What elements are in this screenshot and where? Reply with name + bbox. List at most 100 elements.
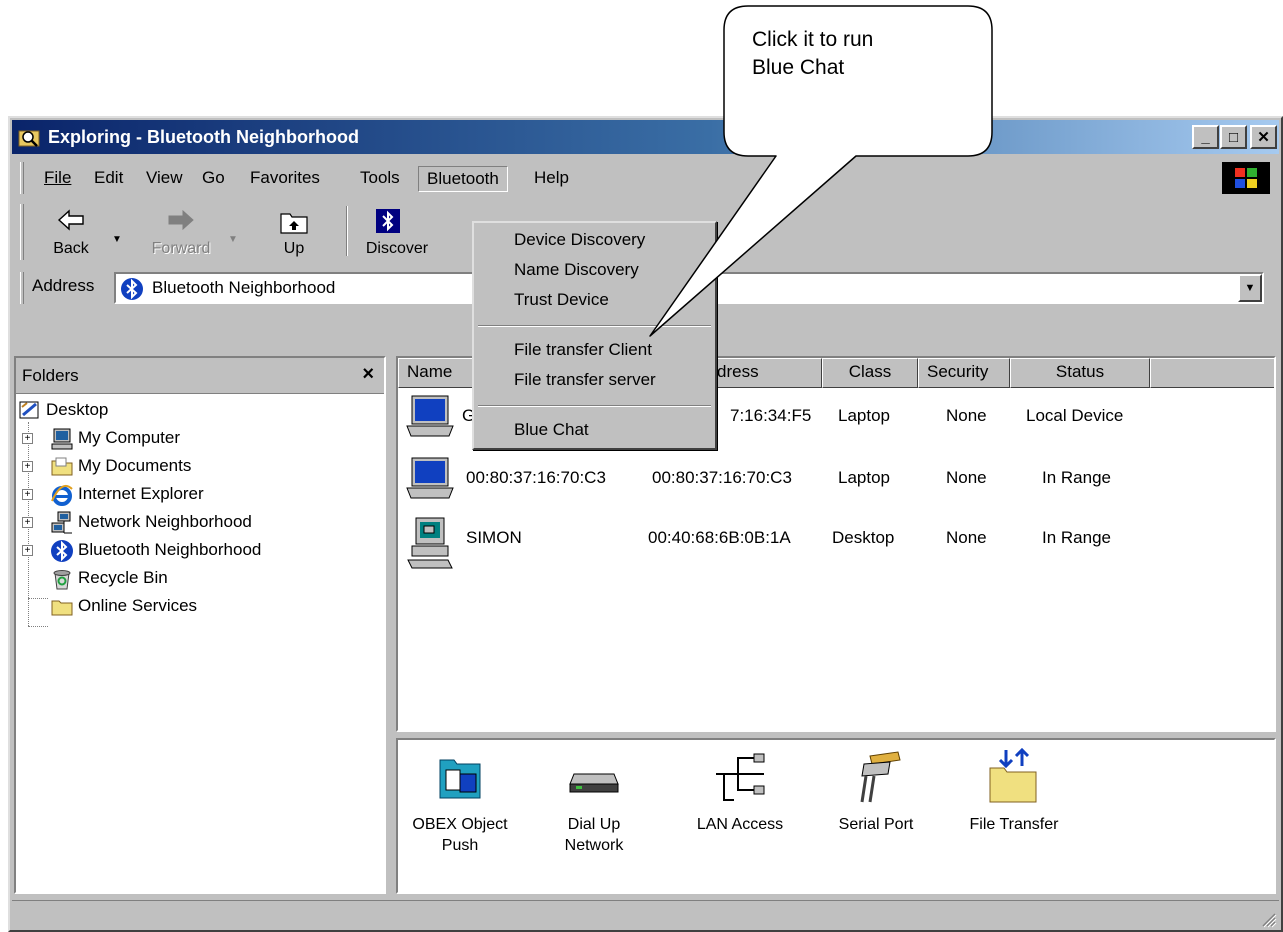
desktop-pc-icon — [407, 517, 453, 569]
menu-view[interactable]: View — [138, 166, 191, 192]
menu-bluetooth[interactable]: Bluetooth — [418, 166, 508, 192]
menu-item-name-discovery[interactable]: Name Discovery — [514, 257, 639, 285]
menu-item-label: File transfer server — [514, 370, 656, 389]
discover-button[interactable]: Discover — [352, 200, 442, 264]
bluetooth-menu-dropdown: Device Discovery Name Discovery Trust De… — [472, 221, 717, 450]
forward-label: Forward — [151, 240, 211, 257]
service-label: OBEX Object — [412, 816, 508, 833]
callout-line-2: Blue Chat — [752, 56, 845, 79]
expand-icon[interactable]: + — [22, 461, 33, 472]
service-file-transfer[interactable]: File Transfer — [954, 748, 1074, 835]
menu-item-label: Device Discovery — [514, 230, 646, 249]
column-header-address[interactable]: dress — [708, 358, 822, 388]
menu-tools[interactable]: Tools — [352, 166, 408, 192]
maximize-button[interactable]: □ — [1220, 125, 1247, 149]
menu-item-file-transfer-client[interactable]: File transfer Client — [514, 337, 652, 365]
desktop-icon — [19, 401, 39, 419]
device-address: 7:16:34:F5 — [730, 406, 812, 425]
menu-item-blue-chat[interactable]: Blue Chat — [514, 417, 589, 445]
device-row[interactable]: SIMON 00:40:68:6B:0B:1A Desktop None In … — [398, 514, 1274, 569]
menu-item-label: Trust Device — [514, 290, 609, 309]
back-dropdown-arrow-icon[interactable]: ▼ — [112, 234, 122, 245]
tree-item-label: Network Neighborhood — [78, 512, 252, 531]
tree-item-label: My Documents — [78, 456, 192, 475]
menu-favorites[interactable]: Favorites — [242, 166, 328, 192]
device-address: 00:40:68:6B:0B:1A — [648, 528, 791, 547]
tree-item-label: My Computer — [78, 428, 181, 447]
tree-connector — [28, 626, 48, 627]
folder-icon — [51, 457, 73, 476]
service-label: Serial Port — [838, 816, 914, 833]
serial-port-icon — [860, 751, 901, 803]
menu-help[interactable]: Help — [526, 166, 577, 192]
menu-item-device-discovery[interactable]: Device Discovery — [514, 227, 645, 255]
forward-arrow-icon — [168, 209, 194, 231]
forward-dropdown-arrow-icon[interactable]: ▼ — [228, 234, 238, 245]
service-label: Network — [564, 837, 624, 854]
forward-button[interactable]: Forward — [138, 200, 224, 264]
menu-item-trust-device[interactable]: Trust Device — [514, 287, 609, 315]
menu-item-label: Blue Chat — [514, 420, 589, 439]
menu-separator — [478, 405, 711, 407]
service-obex-push[interactable]: OBEX Object Push — [400, 748, 520, 856]
expand-icon[interactable]: + — [22, 489, 33, 500]
close-button[interactable]: ✕ — [1250, 125, 1277, 149]
bluetooth-icon — [121, 278, 143, 300]
back-arrow-icon — [57, 209, 84, 231]
addressbar-grip[interactable] — [20, 272, 24, 304]
discover-label: Discover — [365, 240, 429, 257]
modem-icon — [569, 773, 619, 793]
device-address: 00:80:37:16:70:C3 — [652, 468, 792, 487]
menu-item-label: File transfer Client — [514, 340, 652, 359]
folders-pane: Folders × Desktop + My Computer + My Doc… — [14, 356, 386, 894]
resize-grip-icon[interactable] — [1259, 910, 1277, 928]
menu-view-label: View — [146, 168, 183, 187]
expand-icon[interactable]: + — [22, 517, 33, 528]
service-dial-up-network[interactable]: Dial Up Network — [534, 748, 654, 856]
folders-close-icon[interactable]: × — [362, 363, 374, 386]
menu-separator — [478, 325, 711, 327]
ie-icon — [51, 485, 73, 506]
up-button[interactable]: Up — [254, 200, 334, 264]
address-dropdown-button[interactable]: ▼ — [1238, 274, 1262, 302]
menu-tools-label: Tools — [360, 168, 400, 187]
address-label: Address — [32, 276, 95, 295]
expand-icon[interactable]: + — [22, 433, 33, 444]
minimize-button[interactable]: _ — [1192, 125, 1219, 149]
expand-icon[interactable]: + — [22, 545, 33, 556]
menu-item-file-transfer-server[interactable]: File transfer server — [514, 367, 656, 395]
device-name: SIMON — [466, 528, 522, 547]
recycle-bin-icon — [53, 570, 71, 590]
folders-header: Folders × — [16, 358, 384, 394]
device-class: Laptop — [838, 406, 890, 425]
column-header-class[interactable]: Class — [822, 358, 918, 388]
column-header-status[interactable]: Status — [1010, 358, 1150, 388]
up-label: Up — [283, 240, 305, 257]
menu-file[interactable]: File — [36, 166, 79, 192]
menu-edit[interactable]: Edit — [86, 166, 131, 192]
back-button[interactable]: Back — [36, 200, 106, 264]
back-label: Back — [53, 240, 89, 257]
service-lan-access[interactable]: LAN Access — [680, 748, 800, 835]
explorer-icon — [18, 130, 40, 147]
services-pane: OBEX Object Push Dial Up Network LAN Acc… — [396, 738, 1276, 894]
folder-icon — [51, 600, 73, 616]
toolbar-separator — [346, 206, 348, 256]
menu-go[interactable]: Go — [194, 166, 233, 192]
address-value: Bluetooth Neighborhood — [152, 278, 336, 297]
laptop-icon — [406, 395, 454, 437]
window-title: Exploring - Bluetooth Neighborhood — [48, 127, 359, 147]
device-row[interactable]: 00:80:37:16:70:C3 00:80:37:16:70:C3 Lapt… — [398, 454, 1274, 504]
column-header-name[interactable]: Name — [398, 358, 476, 388]
service-serial-port[interactable]: Serial Port — [816, 748, 936, 835]
network-icon — [51, 511, 72, 534]
toolbar-grip[interactable] — [20, 204, 24, 260]
column-header-security[interactable]: Security — [918, 358, 1010, 388]
device-status: In Range — [1042, 468, 1111, 487]
menubar-grip[interactable] — [20, 162, 24, 194]
title-bar[interactable]: Exploring - Bluetooth Neighborhood _ □ ✕ — [12, 120, 1279, 154]
device-status: Local Device — [1026, 406, 1124, 425]
tree-item-label: Recycle Bin — [78, 568, 168, 587]
tree-item-label: Bluetooth Neighborhood — [78, 540, 262, 559]
menu-go-label: Go — [202, 168, 225, 187]
